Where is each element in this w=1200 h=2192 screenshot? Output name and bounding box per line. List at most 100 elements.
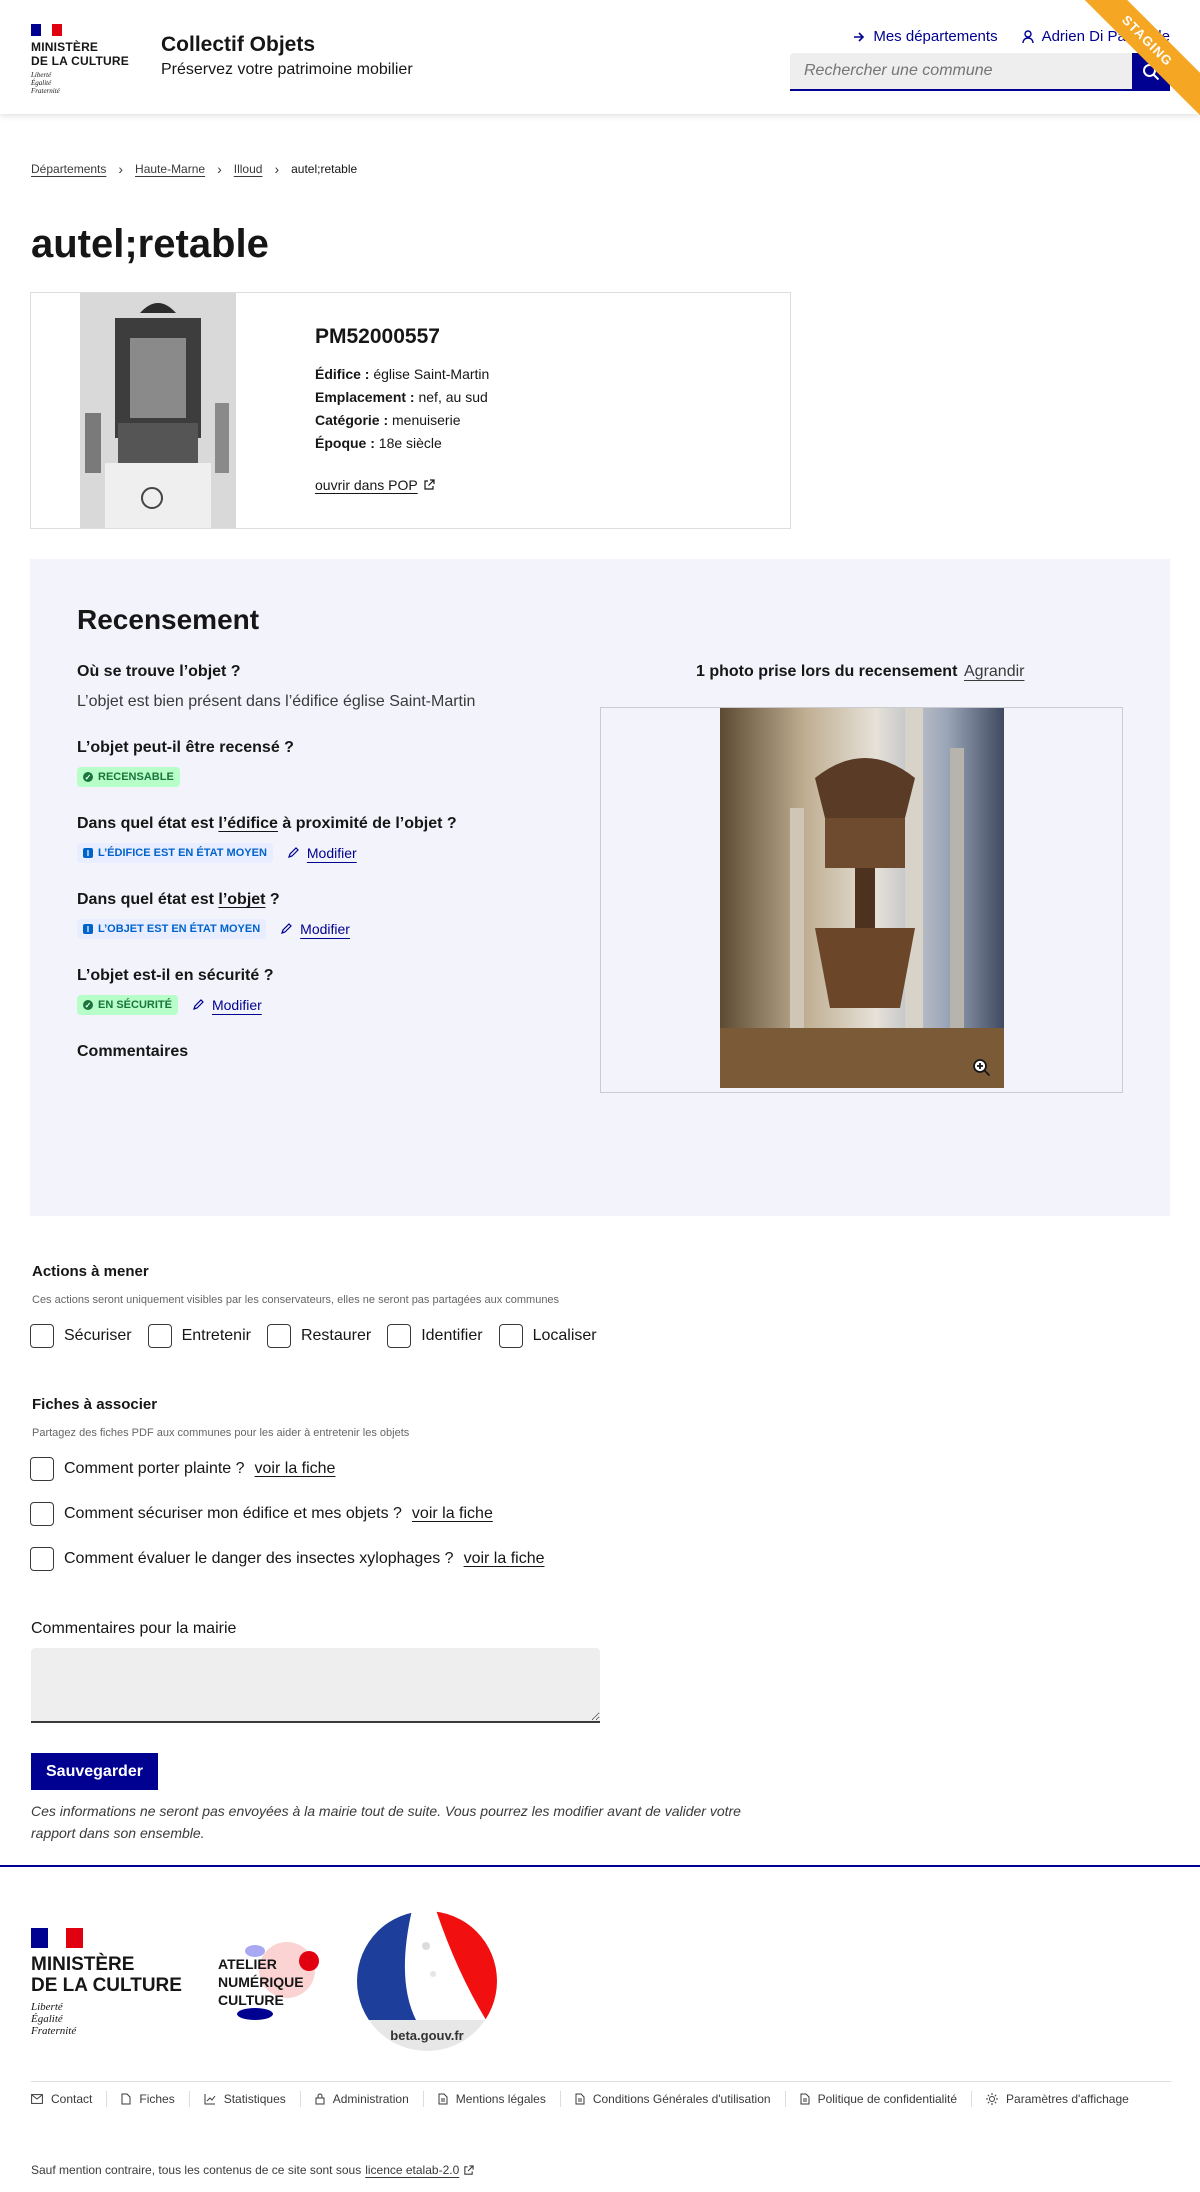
document-icon xyxy=(438,2093,448,2105)
answer-location: L’objet est bien présent dans l’édifice … xyxy=(77,693,476,710)
modify-object-state-button[interactable]: Modifier xyxy=(280,921,350,937)
checkbox[interactable] xyxy=(30,1502,54,1526)
search-input[interactable] xyxy=(790,53,1132,91)
sun-icon xyxy=(986,2093,999,2105)
actions-hint: Ces actions seront uniquement visibles p… xyxy=(32,1294,560,1306)
chart-icon xyxy=(204,2094,216,2105)
comments-heading: Commentaires xyxy=(77,1043,189,1060)
mail-icon xyxy=(31,2094,43,2104)
checkbox-entretenir[interactable]: Entretenir xyxy=(147,1324,251,1348)
site-tagline: Préservez votre patrimoine mobilier xyxy=(161,61,413,78)
link-mes-departements[interactable]: Mes départements xyxy=(853,28,998,45)
checkbox-identifier[interactable]: Identifier xyxy=(387,1324,483,1348)
fiche-item[interactable]: Comment porter plainte ? voir la fiche xyxy=(30,1457,335,1481)
breadcrumb-link[interactable]: Départements xyxy=(31,162,106,176)
footer-link-cgu[interactable]: Conditions Générales d'utilisation xyxy=(575,2091,786,2107)
checkbox-restaurer[interactable]: Restaurer xyxy=(266,1324,371,1348)
pencil-icon xyxy=(287,847,299,858)
beta-gouv-text: beta.gouv.fr xyxy=(390,2028,463,2043)
site-footer: MINISTÈRE DE LA CULTURE Liberté Égalité Fr… xyxy=(0,1865,1200,2192)
document-icon xyxy=(575,2093,585,2105)
footer-link-confidentialite[interactable]: Politique de confidentialité xyxy=(800,2091,973,2107)
ministry-logo[interactable]: MINISTÈRE DE LA CULTURE Liberté Égalité Fr… xyxy=(31,24,129,95)
checkbox[interactable] xyxy=(30,1457,54,1481)
ministry-motto: Liberté Égalité Fraternité xyxy=(31,71,60,95)
footer-ministry-name: MINISTÈRE DE LA CULTURE xyxy=(31,1954,182,1996)
save-note: Ces informations ne seront pas envoyées … xyxy=(31,1803,741,1841)
breadcrumb: Départements › Haute-Marne › Illoud › au… xyxy=(31,161,357,177)
modify-security-button[interactable]: Modifier xyxy=(192,997,262,1013)
status-badge: i L’ÉDIFICE EST EN ÉTAT MOYEN xyxy=(77,843,273,863)
recensement-photo[interactable] xyxy=(720,708,1004,1088)
search-bar xyxy=(790,53,1170,91)
fiche-item[interactable]: Comment sécuriser mon édifice et mes obj… xyxy=(30,1502,493,1526)
fiches-title: Fiches à associer xyxy=(32,1396,158,1413)
fiche-link[interactable]: voir la fiche xyxy=(464,1550,545,1568)
object-photo[interactable] xyxy=(80,293,236,528)
pencil-icon xyxy=(193,999,204,1010)
notice-card: PM52000557 Édifice : église Saint-Martin… xyxy=(30,292,791,529)
footer-link-fiches[interactable]: Fiches xyxy=(121,2091,190,2107)
actions-title: Actions à mener xyxy=(32,1263,149,1280)
etalab-license-link[interactable]: licence etalab-2.0 xyxy=(365,2163,459,2177)
check-icon: ✓ xyxy=(83,1000,93,1010)
save-button[interactable]: Sauvegarder xyxy=(31,1753,158,1790)
footer-link-display-settings[interactable]: Paramètres d'affichage xyxy=(986,2091,1143,2107)
footer-motto: Liberté Égalité Fraternité xyxy=(31,2001,77,2037)
checkbox[interactable] xyxy=(498,1324,523,1348)
mairie-comments-textarea[interactable] xyxy=(31,1648,600,1723)
photo-gallery xyxy=(600,707,1123,1093)
photos-count: 1 photo prise lors du recensement xyxy=(696,663,958,680)
status-badge: i L’OBJET EST EN ÉTAT MOYEN xyxy=(77,919,267,939)
chevron-right-icon: › xyxy=(118,161,124,177)
question-recensable: L’objet peut-il être recensé ? xyxy=(77,739,294,756)
recensement-section: Recensement Où se trouve l’objet ? L’obj… xyxy=(30,559,1170,1216)
footer-link-administration[interactable]: Administration xyxy=(315,2091,424,2107)
external-link-icon xyxy=(424,479,435,490)
footer-links: Contact Fiches Statistiques Administrati… xyxy=(31,2081,1171,2107)
fiche-item[interactable]: Comment évaluer le danger des insectes x… xyxy=(30,1547,544,1571)
beta-gouv-logo[interactable]: beta.gouv.fr xyxy=(356,1910,498,2052)
footer-legal: Sauf mention contraire, tous les contenu… xyxy=(31,2163,474,2177)
site-header: MINISTÈRE DE LA CULTURE Liberté Égalité Fr… xyxy=(0,0,1200,119)
file-icon xyxy=(121,2093,131,2105)
breadcrumb-current: autel;retable xyxy=(291,162,358,176)
checkbox-securiser[interactable]: Sécuriser xyxy=(30,1324,132,1348)
checkbox[interactable] xyxy=(387,1324,412,1348)
zoom-in-icon[interactable] xyxy=(972,1058,992,1078)
footer-link-mentions[interactable]: Mentions légales xyxy=(438,2091,561,2107)
footer-link-statistiques[interactable]: Statistiques xyxy=(204,2091,301,2107)
question-edifice-state: Dans quel état est l’édifice à proximité… xyxy=(77,815,457,832)
chevron-right-icon: › xyxy=(217,161,222,177)
external-link-icon xyxy=(464,2164,474,2175)
breadcrumb-link[interactable]: Illoud xyxy=(234,162,263,176)
breadcrumb-link[interactable]: Haute-Marne xyxy=(135,162,205,176)
recensement-title: Recensement xyxy=(77,604,260,635)
checkbox[interactable] xyxy=(266,1324,291,1348)
modify-edifice-state-button[interactable]: Modifier xyxy=(287,845,357,861)
flag-icon xyxy=(31,1928,83,1948)
footer-ministry-logo[interactable]: MINISTÈRE DE LA CULTURE Liberté Égalité Fr… xyxy=(31,1928,182,2037)
checkbox[interactable] xyxy=(30,1324,54,1348)
enlarge-link[interactable]: Agrandir xyxy=(964,663,1024,681)
fiche-link[interactable]: voir la fiche xyxy=(255,1460,336,1478)
status-badge: ✓ RECENSABLE xyxy=(77,767,180,787)
status-badge: ✓ EN SÉCURITÉ xyxy=(77,995,178,1015)
notice-reference: PM52000557 xyxy=(315,325,440,348)
mairie-comments-label: Commentaires pour la mairie xyxy=(31,1620,237,1637)
site-title[interactable]: Collectif Objets xyxy=(161,33,315,57)
pencil-icon xyxy=(281,923,293,934)
flag-icon xyxy=(31,24,62,36)
footer-link-contact[interactable]: Contact xyxy=(31,2091,108,2107)
chevron-right-icon: › xyxy=(274,161,280,177)
question-location: Où se trouve l’objet ? xyxy=(77,663,241,680)
open-in-pop-link[interactable]: ouvrir dans POP xyxy=(315,477,435,493)
info-icon: i xyxy=(83,848,93,858)
user-icon xyxy=(1021,29,1034,43)
question-object-state: Dans quel état est l’objet ? xyxy=(77,891,280,908)
info-icon: i xyxy=(83,924,93,934)
fiche-link[interactable]: voir la fiche xyxy=(412,1505,493,1523)
checkbox-localiser[interactable]: Localiser xyxy=(498,1324,597,1348)
checkbox[interactable] xyxy=(147,1324,172,1348)
checkbox[interactable] xyxy=(30,1547,54,1571)
